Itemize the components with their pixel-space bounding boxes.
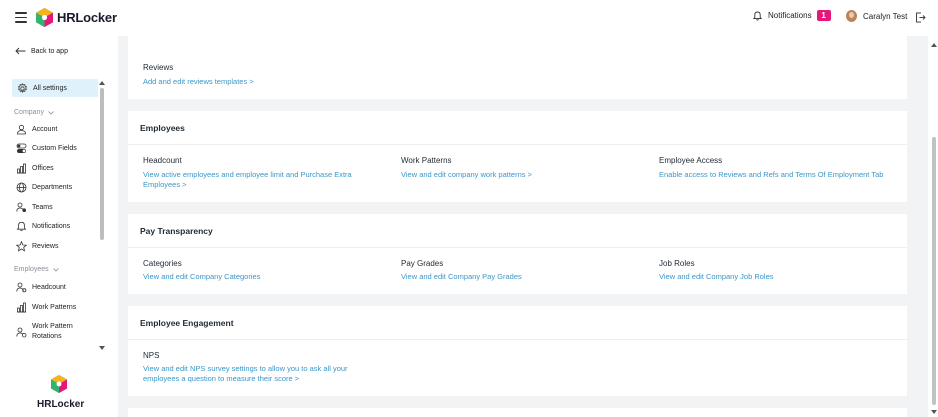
reviews-title: Reviews	[143, 63, 174, 72]
sidebar-item-label: Account	[32, 125, 58, 133]
menu-icon[interactable]	[15, 12, 27, 23]
logout-icon[interactable]	[915, 12, 926, 23]
sidebar-item-label: Departments	[32, 183, 73, 191]
chevron-down-icon	[52, 267, 59, 272]
user-menu[interactable]: Caralyn Test	[846, 10, 907, 22]
sidebar-item-label: Reviews	[32, 242, 59, 250]
sidebar-item-headcount[interactable]: Headcount	[16, 282, 66, 293]
bell-icon	[753, 11, 762, 20]
sidebar-item-reviews[interactable]: Reviews	[16, 241, 58, 252]
hrlocker-logo-icon	[36, 8, 53, 27]
sidebar-item-label: Notifications	[32, 222, 71, 230]
gear-icon	[18, 82, 27, 93]
categories-title: Categories	[143, 259, 182, 268]
back-to-app-label: Back to app	[31, 47, 68, 55]
rotation-icon	[16, 327, 27, 337]
headcount-link[interactable]: View active employees and employee limit…	[143, 170, 383, 190]
sidebar-logo: HRLocker	[37, 375, 85, 410]
back-to-app-link[interactable]: Back to app	[15, 47, 68, 55]
notifications-button[interactable]: Notifications 1	[753, 10, 831, 21]
divider	[128, 144, 907, 145]
sidebar-nav: All settings Company Account Custom Fiel…	[0, 79, 108, 351]
sidebar-item-label: Teams	[32, 203, 53, 211]
sidebar-item-work-patterns[interactable]: Work Patterns	[16, 302, 76, 313]
sidebar-item-label: Headcount	[32, 283, 66, 291]
top-header: HRLocker Notifications 1 Caralyn Test	[0, 0, 938, 36]
sidebar-item-departments[interactable]: Departments	[16, 182, 72, 193]
sidebar-scroll-up[interactable]	[99, 81, 105, 85]
nps-title: NPS	[143, 351, 160, 360]
arrow-left-icon	[15, 47, 26, 55]
sidebar-item-label: Work Patterns	[32, 303, 77, 311]
employees-section-title: Employees	[140, 123, 185, 133]
star-icon	[16, 241, 27, 252]
divider	[128, 247, 907, 248]
settings-sidebar: Back to app All settings Company Account…	[0, 36, 118, 417]
sidebar-item-label: Work Pattern Rotations	[32, 323, 73, 340]
work-patterns-title: Work Patterns	[401, 156, 452, 165]
work-patterns-link[interactable]: View and edit company work patterns >	[401, 170, 641, 180]
user-icon	[17, 124, 26, 135]
toggle-icon	[16, 143, 27, 153]
categories-link[interactable]: View and edit Company Categories	[143, 272, 260, 282]
app-name: HRLocker	[57, 10, 117, 25]
sidebar-logo-text: HRLocker	[37, 399, 85, 410]
group-label: Company	[14, 109, 44, 116]
sidebar-group-employees[interactable]: Employees	[14, 266, 59, 273]
sidebar-scroll-down[interactable]	[99, 346, 105, 350]
page-scroll-up[interactable]	[931, 43, 937, 47]
chevron-down-icon	[48, 110, 54, 115]
app-logo[interactable]: HRLocker	[36, 8, 117, 27]
sidebar-item-offices[interactable]: Offices	[16, 163, 54, 174]
sidebar-item-label: Custom Fields	[32, 144, 77, 152]
next-settings-card	[128, 408, 907, 417]
employees-card: Employees Headcount View active employee…	[128, 111, 907, 202]
all-settings-label: All settings	[33, 84, 67, 92]
company-settings-card: Reviews Add and edit reviews templates >	[128, 36, 907, 99]
employee-engagement-card: Employee Engagement NPS View and edit NP…	[128, 306, 907, 396]
pay-transparency-card: Pay Transparency Categories View and edi…	[128, 214, 907, 294]
pay-grades-link[interactable]: View and edit Company Pay Grades	[401, 272, 522, 282]
nps-link[interactable]: View and edit NPS survey settings to all…	[143, 364, 383, 384]
employee-access-link[interactable]: Enable access to Reviews and Refs and Te…	[659, 170, 899, 180]
user-name: Caralyn Test	[863, 11, 908, 21]
employee-access-title: Employee Access	[659, 156, 723, 165]
pay-grades-title: Pay Grades	[401, 259, 444, 268]
globe-icon	[16, 182, 27, 193]
sidebar-scrollbar-thumb[interactable]	[100, 88, 104, 240]
team-gear-icon	[16, 202, 26, 212]
job-roles-link[interactable]: View and edit Company Job Roles	[659, 272, 774, 282]
sidebar-item-account[interactable]: Account	[16, 124, 57, 135]
sidebar-item-all-settings[interactable]: All settings	[12, 79, 98, 97]
pay-transparency-section-title: Pay Transparency	[140, 226, 213, 236]
people-icon	[16, 282, 27, 293]
sidebar-item-teams[interactable]: Teams	[16, 202, 53, 213]
sidebar-item-custom-fields[interactable]: Custom Fields	[16, 143, 77, 154]
sidebar-group-company[interactable]: Company	[14, 109, 54, 116]
avatar	[846, 10, 857, 22]
office-chart-icon	[17, 163, 26, 174]
employee-engagement-section-title: Employee Engagement	[140, 318, 234, 328]
page-scrollbar-thumb[interactable]	[932, 137, 936, 405]
bell-icon	[16, 221, 27, 232]
sidebar-item-label: Offices	[32, 164, 54, 172]
notifications-count-badge: 1	[816, 10, 831, 21]
page-scroll-down[interactable]	[931, 410, 937, 414]
sidebar-item-notifications[interactable]: Notifications	[16, 221, 70, 232]
divider	[128, 339, 907, 340]
headcount-title: Headcount	[143, 156, 182, 165]
settings-main-content: Reviews Add and edit reviews templates >…	[118, 36, 928, 417]
reviews-link[interactable]: Add and edit reviews templates >	[143, 77, 254, 87]
group-label: Employees	[14, 266, 49, 273]
bar-chart-icon	[17, 302, 26, 313]
sidebar-item-work-pattern-rotations[interactable]: Work Pattern Rotations	[16, 322, 86, 342]
notifications-label: Notifications	[768, 11, 812, 20]
job-roles-title: Job Roles	[659, 259, 695, 268]
hrlocker-logo-icon	[51, 375, 67, 393]
